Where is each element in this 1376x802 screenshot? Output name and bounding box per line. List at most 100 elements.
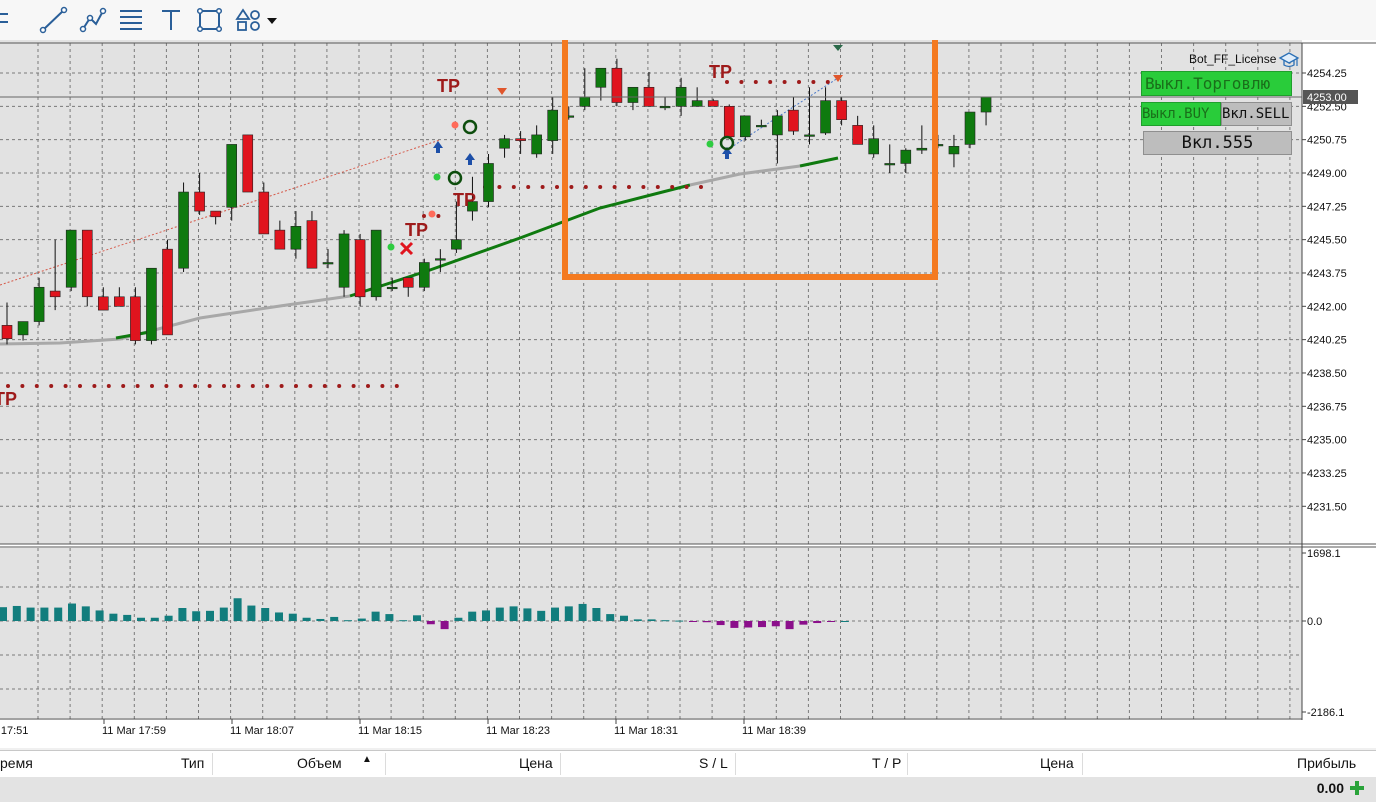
oscillator-bar xyxy=(702,621,711,623)
tp-dot xyxy=(164,384,169,388)
candle-body xyxy=(980,96,992,113)
candle xyxy=(162,239,173,336)
column-profit[interactable]: Прибыль xyxy=(1297,755,1356,771)
toggle-sell-label: Вкл.SELL xyxy=(1222,106,1290,122)
candle xyxy=(739,115,751,141)
rectangle-tool-icon[interactable] xyxy=(196,7,223,33)
candle xyxy=(65,229,77,292)
tp-dot xyxy=(6,384,10,388)
toggle-trading-label: Выкл.Торговлю xyxy=(1145,74,1271,93)
column-time[interactable]: ремя xyxy=(0,755,33,771)
price-axis-label: 4238.50 xyxy=(1307,368,1347,380)
price-axis-label: 4247.25 xyxy=(1307,201,1347,213)
total-profit: 0.00 xyxy=(1316,780,1344,796)
plus-icon[interactable] xyxy=(1348,779,1366,797)
tp-dot xyxy=(526,185,531,189)
tp-dot xyxy=(34,384,39,388)
oscillator-bar xyxy=(454,617,463,621)
time-axis-label: 11 Mar 18:39 xyxy=(742,725,806,737)
drawing-toolbar xyxy=(0,0,1376,41)
candle xyxy=(370,229,382,301)
buy-arrow-stem xyxy=(468,160,472,165)
tp-dot xyxy=(380,384,385,388)
candle-body xyxy=(579,96,591,107)
shapes-tool-icon[interactable] xyxy=(235,8,260,31)
candle-body xyxy=(370,229,382,298)
tp-dot xyxy=(511,185,516,189)
candle xyxy=(354,233,366,307)
candle-body xyxy=(723,106,735,138)
time-axis-label: 11 Mar 18:31 xyxy=(614,725,678,737)
oscillator-bar xyxy=(744,621,753,628)
oscillator-bar xyxy=(827,621,835,622)
candle-body xyxy=(338,233,350,288)
oscillator-bar xyxy=(758,621,766,628)
tp-label: TP xyxy=(0,389,17,409)
candle-body xyxy=(49,290,61,298)
oscillator-bar xyxy=(247,605,256,621)
oscillator-bar xyxy=(219,607,228,621)
candle-body xyxy=(65,229,77,288)
candle-body xyxy=(435,258,446,261)
toggle-sell-button[interactable]: Вкл.SELL xyxy=(1221,102,1292,126)
line-tool-icon[interactable] xyxy=(39,6,68,34)
candle-body xyxy=(418,262,430,288)
tp-dot xyxy=(308,384,313,388)
oscillator-bar xyxy=(95,610,104,621)
oscillator-bar xyxy=(233,598,242,621)
oscillator-bar xyxy=(40,607,49,621)
tp-dot xyxy=(294,384,298,388)
signal-dot xyxy=(387,243,395,251)
candle xyxy=(723,104,735,138)
candle-body xyxy=(739,115,751,138)
column-volume[interactable]: Объем xyxy=(297,755,342,771)
oscillator-bar xyxy=(716,621,725,626)
tp-dot xyxy=(250,384,255,388)
toggle-555-button[interactable]: Вкл.555 xyxy=(1143,131,1292,155)
candle xyxy=(81,229,93,307)
main-chart-area[interactable] xyxy=(0,40,1302,544)
price-axis-label: 4243.75 xyxy=(1307,268,1347,280)
dropdown-arrow-icon[interactable] xyxy=(267,18,277,24)
trade-table-header: ремя Тип Объем ▲ Цена S / L T / P Цена П… xyxy=(0,750,1376,778)
tp-label: TP xyxy=(437,76,460,96)
tp-dot xyxy=(222,384,226,388)
candle-body xyxy=(130,296,141,341)
column-type[interactable]: Тип xyxy=(181,755,204,771)
candle xyxy=(964,111,976,149)
candle-body xyxy=(17,321,29,336)
toggle-trading-button[interactable]: Выкл.Торговлю xyxy=(1141,71,1292,96)
polyline-tool-icon[interactable] xyxy=(79,7,107,33)
tp-label: TP xyxy=(405,220,428,240)
candle-body xyxy=(707,100,719,107)
oscillator-bar xyxy=(344,620,352,622)
sort-up-icon[interactable]: ▲ xyxy=(362,754,372,765)
toggle-buy-button[interactable]: Выкл.BUY xyxy=(1141,102,1221,126)
candle-body xyxy=(386,286,398,290)
candle-body xyxy=(306,220,318,269)
candle-body xyxy=(916,147,928,151)
candle-body xyxy=(595,67,607,88)
column-sl[interactable]: S / L xyxy=(699,755,728,771)
oscillator-area[interactable] xyxy=(0,548,1302,718)
oscillator-axis-label: -2186.1 xyxy=(1307,707,1344,719)
channel-tool-icon[interactable] xyxy=(120,10,142,30)
toggle-555-label: Вкл.555 xyxy=(1181,133,1254,153)
text-tool-icon[interactable] xyxy=(162,10,180,30)
column-current-price[interactable]: Цена xyxy=(1040,755,1074,771)
column-price[interactable]: Цена xyxy=(519,755,553,771)
tp-dot xyxy=(193,384,198,388)
tp-dot xyxy=(670,185,675,189)
candle-body xyxy=(210,210,221,218)
tp-dot xyxy=(265,384,270,388)
oscillator-bar xyxy=(399,620,408,622)
tp-dot xyxy=(797,80,801,84)
candle-body xyxy=(451,239,462,250)
tp-dot xyxy=(825,80,830,84)
tp-dot xyxy=(497,185,502,189)
column-tp[interactable]: T / P xyxy=(872,755,901,771)
oscillator-bar xyxy=(137,617,145,621)
oscillator-bar xyxy=(413,615,421,621)
tp-dot xyxy=(612,185,617,189)
cursor-tool-icon[interactable] xyxy=(0,9,12,31)
